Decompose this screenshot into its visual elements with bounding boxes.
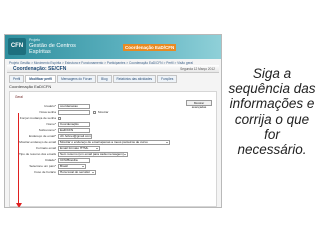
brand-small: Projeto [29,38,41,42]
form-row-city: Cidade* CFN/Brasília [28,158,208,163]
username-label: Usuário* [44,104,56,108]
profile-header: Coordenação: SE/CFN Segunda 12 Março 201… [7,65,219,73]
lastname-label: Sobrenome* [38,128,56,132]
email-label: Endereço de email* [28,134,56,138]
red-guide-arrow-line [18,113,20,205]
form-row-country: Selecione um país* Brasil [28,164,208,169]
email-input[interactable]: cfn.febnet@gmail.com [58,134,92,139]
slide: CFN Projeto Gestão de Centros Espíritas … [0,0,320,240]
email-display-label: Mostrar endereço de email [19,140,56,144]
country-label: Selecione um país* [29,164,56,168]
force-password-label: Forçar mudança de senha [19,116,56,120]
digest-select[interactable]: Sem resumo (um email para cada mensagem) [58,152,128,157]
email-display-select[interactable]: Mostrar o endereço de email apenas a meu… [58,140,170,145]
tab-roles[interactable]: Funções [157,75,178,83]
password-input[interactable] [58,110,90,115]
form-row-email: Endereço de email* cfn.febnet@gmail.com [28,134,208,139]
header-date: Segunda 12 Março 2012 [180,67,215,71]
coordination-badge: Coordenação EaD/CFN [123,44,177,51]
city-input[interactable]: CFN/Brasília [58,158,90,163]
username-input[interactable]: coordenacao [58,104,90,109]
password-label: Nova senha [39,110,56,114]
form-row-email-format: Formato email Email formato HTML [28,146,208,151]
red-guide-arrow-head [15,203,22,207]
form-row-username: Usuário* coordenacao [28,104,208,109]
form-row-firstname: Nome* Coordenação [28,122,208,127]
timezone-select[interactable]: Hora local do servidor [58,170,96,175]
firstname-label: Nome* [46,122,56,126]
email-format-label: Formato email [36,146,56,150]
tab-forum-posts[interactable]: Mensagens do Fórum [57,75,97,83]
unmask-label: Mostrar [98,110,109,114]
unmask-checkbox[interactable] [93,110,96,114]
timezone-label: Fuso de horário [34,170,56,174]
country-select[interactable]: Brasil [58,164,86,169]
cfn-logo[interactable]: CFN [8,38,26,55]
form-row-email-display: Mostrar endereço de email Mostrar o ende… [19,140,208,145]
profile-form-panel: Geral Mostrar avançadas Usuário* coorden… [9,91,217,207]
tab-activity-reports[interactable]: Relatórios das atividades [112,75,157,83]
city-label: Cidade* [44,158,56,162]
email-format-select[interactable]: Email formato HTML [58,146,100,151]
form-row-digest: Tipo de resumo dos emails Sem resumo (um… [19,152,208,157]
brand-title: Gestão de Centros Espíritas [29,43,76,55]
lastname-input[interactable]: EaD/CFN [58,128,90,133]
screenshot-frame: CFN Projeto Gestão de Centros Espíritas … [4,34,222,208]
page-subtitle: Coordenação EaD/CFN [9,84,52,89]
form-row-password: Nova senha Mostrar [28,110,208,115]
site-banner: CFN Projeto Gestão de Centros Espíritas … [5,35,221,59]
tab-blog[interactable]: Blog [97,75,112,83]
digest-label: Tipo de resumo dos emails [18,152,56,156]
tab-edit-profile[interactable]: Modificar perfil [25,75,57,83]
form-row-lastname: Sobrenome* EaD/CFN [28,128,208,133]
section-label: Geral [15,95,23,99]
form-row-timezone: Fuso de horário Hora local do servidor [28,170,208,175]
force-password-checkbox[interactable] [58,116,61,120]
page-title: Coordenação: SE/CFN [13,66,67,72]
instruction-caption: Siga a sequência das informações e corri… [228,66,316,158]
profile-tabs: Perfil Modificar perfil Mensagens do Fór… [9,75,178,83]
form-row-force-password: Forçar mudança de senha [20,116,208,121]
firstname-input[interactable]: Coordenação [58,122,90,127]
tab-profile[interactable]: Perfil [9,75,25,83]
